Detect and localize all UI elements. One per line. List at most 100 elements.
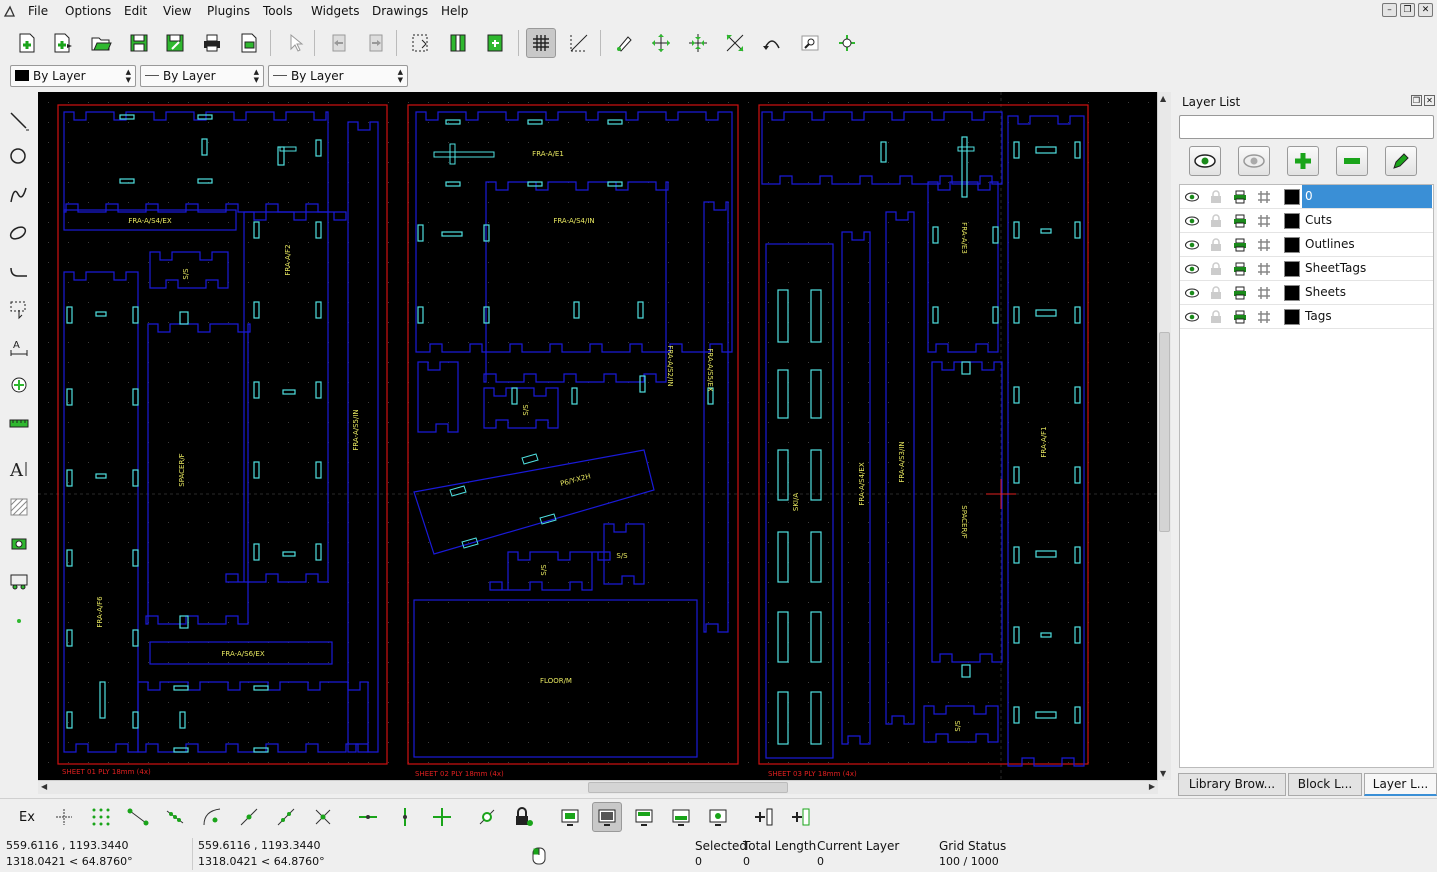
snap-distance-button[interactable] (271, 802, 301, 832)
restrict-orthogonal-button[interactable] (427, 802, 457, 832)
visibility-eye-icon[interactable] (1184, 237, 1200, 253)
snap-intersection-button[interactable] (308, 802, 338, 832)
vertical-scroll-thumb[interactable] (1159, 332, 1170, 532)
visibility-eye-icon[interactable] (1184, 285, 1200, 301)
menu-tools[interactable]: Tools (263, 4, 293, 18)
pen-type-combo[interactable]: By Layer ▲ ▼ (268, 65, 408, 87)
lock-toggle-icon[interactable] (1208, 189, 1224, 205)
construction-toggle-icon[interactable] (1256, 309, 1272, 325)
lock-toggle-icon[interactable] (1208, 285, 1224, 301)
close-dock-icon[interactable]: ✕ (1424, 95, 1435, 106)
zoom-out-button[interactable] (683, 28, 713, 58)
view-mode-2-button[interactable] (592, 802, 622, 832)
float-icon[interactable]: ❐ (1411, 95, 1422, 106)
menu-edit[interactable]: Edit (124, 4, 147, 18)
menu-view[interactable]: View (163, 4, 191, 18)
scroll-down-icon[interactable]: ▼ (1160, 769, 1166, 778)
visibility-eye-icon[interactable] (1184, 309, 1200, 325)
layer-color-swatch[interactable] (1284, 237, 1300, 253)
snap-grid-button[interactable] (86, 802, 116, 832)
line-tool-button[interactable] (4, 106, 34, 136)
layer-row[interactable]: Tags (1180, 305, 1433, 329)
menu-drawings[interactable]: Drawings (372, 4, 428, 18)
curve-tool-button[interactable] (4, 180, 34, 210)
snap-endpoint-button[interactable] (123, 802, 153, 832)
hatch-tool-button[interactable] (4, 492, 34, 522)
menu-file[interactable]: File (28, 4, 48, 18)
visibility-eye-icon[interactable] (1184, 261, 1200, 277)
measure-tool-button[interactable] (4, 408, 34, 438)
drawing-canvas[interactable]: FRA-A/S4/EX S/S FRA-A/F2 FRA-A/S5/IN SPACER/… (38, 92, 1158, 780)
view-mode-4-button[interactable] (666, 802, 696, 832)
ellipse-tool-button[interactable] (4, 218, 34, 248)
pen-color-combo[interactable]: By Layer ▲ ▼ (10, 65, 136, 87)
print-toggle-icon[interactable] (1232, 261, 1248, 277)
layer-color-swatch[interactable] (1284, 309, 1300, 325)
print-toggle-icon[interactable] (1232, 189, 1248, 205)
close-icon[interactable]: ✕ (1418, 3, 1433, 17)
construction-toggle-icon[interactable] (1256, 213, 1272, 229)
grid-toggle-button[interactable] (526, 28, 556, 58)
save-as-button[interactable] (160, 28, 190, 58)
restrict-vertical-button[interactable] (390, 802, 420, 832)
view-mode-5-button[interactable] (703, 802, 733, 832)
lock-toggle-icon[interactable] (1208, 309, 1224, 325)
paste-button[interactable] (480, 28, 510, 58)
scroll-left-icon[interactable]: ◀ (41, 782, 47, 791)
construction-toggle-icon[interactable] (1256, 189, 1272, 205)
image-tool-button[interactable] (4, 528, 34, 558)
snap-exclusive-button[interactable]: Ex (12, 802, 42, 832)
layer-row[interactable]: SheetTags (1180, 257, 1433, 281)
snap-center-button[interactable] (197, 802, 227, 832)
insert-block-button[interactable] (748, 802, 778, 832)
restrict-horizontal-button[interactable] (353, 802, 383, 832)
hide-all-layers-button[interactable] (1238, 146, 1270, 176)
tab-layer-list[interactable]: Layer L... (1364, 773, 1437, 796)
visibility-eye-icon[interactable] (1184, 189, 1200, 205)
select-tool-button[interactable] (4, 294, 34, 324)
snap-middle-button[interactable] (234, 802, 264, 832)
menu-help[interactable]: Help (441, 4, 468, 18)
layer-color-swatch[interactable] (1284, 261, 1300, 277)
add-layer-button[interactable] (1287, 146, 1319, 176)
lock-relative-zero-button[interactable] (508, 802, 538, 832)
relative-zero-button[interactable] (472, 802, 502, 832)
tab-library-browser[interactable]: Library Brow... (1178, 773, 1286, 796)
open-button[interactable] (86, 28, 116, 58)
print-toggle-icon[interactable] (1232, 309, 1248, 325)
view-mode-1-button[interactable] (555, 802, 585, 832)
menu-plugins[interactable]: Plugins (207, 4, 250, 18)
restore-icon[interactable]: ❐ (1400, 3, 1415, 17)
horizontal-scroll-thumb[interactable] (588, 782, 788, 793)
block-tool-button[interactable] (4, 566, 34, 596)
redo-button[interactable] (361, 28, 391, 58)
point-tool-button[interactable] (4, 606, 34, 636)
horizontal-scrollbar[interactable]: ◀ ▶ (38, 780, 1158, 794)
redraw-button[interactable] (609, 28, 639, 58)
text-tool-button[interactable]: A (4, 454, 34, 484)
layer-filter-input[interactable] (1179, 115, 1434, 139)
circle-tool-button[interactable] (4, 142, 34, 172)
layer-row[interactable]: Outlines (1180, 233, 1433, 257)
construction-toggle-icon[interactable] (1256, 285, 1272, 301)
dimension-tool-button[interactable]: A (4, 332, 34, 362)
polyline-tool-button[interactable] (4, 256, 34, 286)
pen-width-combo[interactable]: By Layer ▲ ▼ (140, 65, 264, 87)
copy-button[interactable] (443, 28, 473, 58)
zoom-auto-button[interactable] (720, 28, 750, 58)
lock-toggle-icon[interactable] (1208, 261, 1224, 277)
scroll-right-icon[interactable]: ▶ (1149, 782, 1155, 791)
view-mode-3-button[interactable] (629, 802, 659, 832)
print-toggle-icon[interactable] (1232, 213, 1248, 229)
edit-layer-button[interactable] (1385, 146, 1417, 176)
minimize-icon[interactable]: – (1382, 3, 1397, 17)
new-from-template-button[interactable] (48, 28, 78, 58)
zoom-pan-button[interactable] (832, 28, 862, 58)
scroll-up-icon[interactable]: ▲ (1160, 94, 1166, 103)
print-toggle-icon[interactable] (1232, 285, 1248, 301)
tab-block-list[interactable]: Block L... (1288, 773, 1362, 796)
print-preview-button[interactable] (234, 28, 264, 58)
layer-row[interactable]: 0 (1180, 185, 1433, 209)
construction-toggle-icon[interactable] (1256, 237, 1272, 253)
snap-free-button[interactable] (49, 802, 79, 832)
